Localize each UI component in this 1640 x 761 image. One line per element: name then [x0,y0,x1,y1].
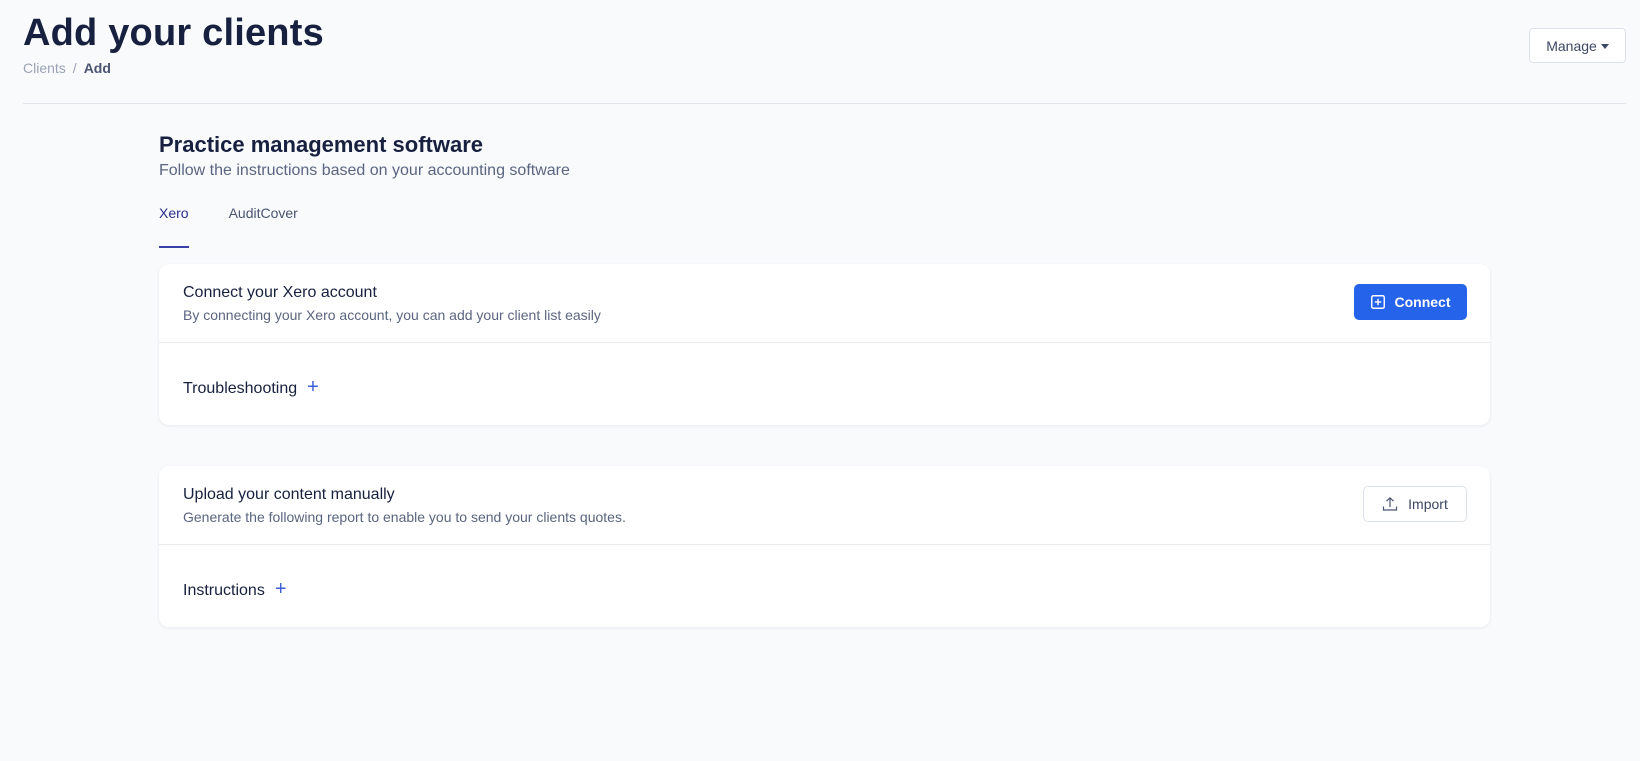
connect-xero-card: Connect your Xero account By connecting … [159,264,1490,425]
card-title: Connect your Xero account [183,284,377,301]
card-header: Connect your Xero account By connecting … [159,264,1490,343]
tab-xero[interactable]: Xero [159,205,189,248]
card-body: Instructions + [159,545,1490,627]
breadcrumb-separator: / [72,60,77,76]
plus-icon: + [274,578,287,600]
card-description: By connecting your Xero account, you can… [183,307,601,323]
breadcrumb-clients-link[interactable]: Clients [23,60,66,76]
upload-manual-card: Upload your content manually Generate th… [159,466,1490,627]
manage-button-label: Manage [1546,37,1597,54]
expander-label: Instructions [183,582,265,599]
import-button-label: Import [1408,496,1448,512]
section-title: Practice management software [159,132,484,157]
instructions-expander[interactable]: Instructions + [183,578,287,600]
card-body: Troubleshooting + [159,343,1490,425]
plus-icon: + [307,376,319,398]
caret-down-icon [1600,43,1609,49]
plus-square-icon [1370,295,1385,309]
upload-icon [1382,496,1398,512]
software-tabs: Xero AuditCover [159,205,298,248]
tab-auditcover[interactable]: AuditCover [229,205,298,248]
card-header: Upload your content manually Generate th… [159,466,1490,545]
connect-button[interactable]: Connect [1354,284,1467,320]
page-header: Add your clients Clients / Add Manage [23,0,1626,104]
breadcrumb-current: Add [83,60,111,76]
section-subtitle: Follow the instructions based on your ac… [159,162,570,179]
import-button[interactable]: Import [1363,486,1467,522]
manage-dropdown-button[interactable]: Manage [1529,28,1626,63]
page-title: Add your clients [23,12,324,54]
connect-button-label: Connect [1394,294,1451,310]
expander-label: Troubleshooting [183,380,298,397]
card-description: Generate the following report to enable … [183,509,626,525]
card-title: Upload your content manually [183,486,395,503]
troubleshooting-expander[interactable]: Troubleshooting + [183,376,319,398]
breadcrumb: Clients / Add [23,60,111,76]
